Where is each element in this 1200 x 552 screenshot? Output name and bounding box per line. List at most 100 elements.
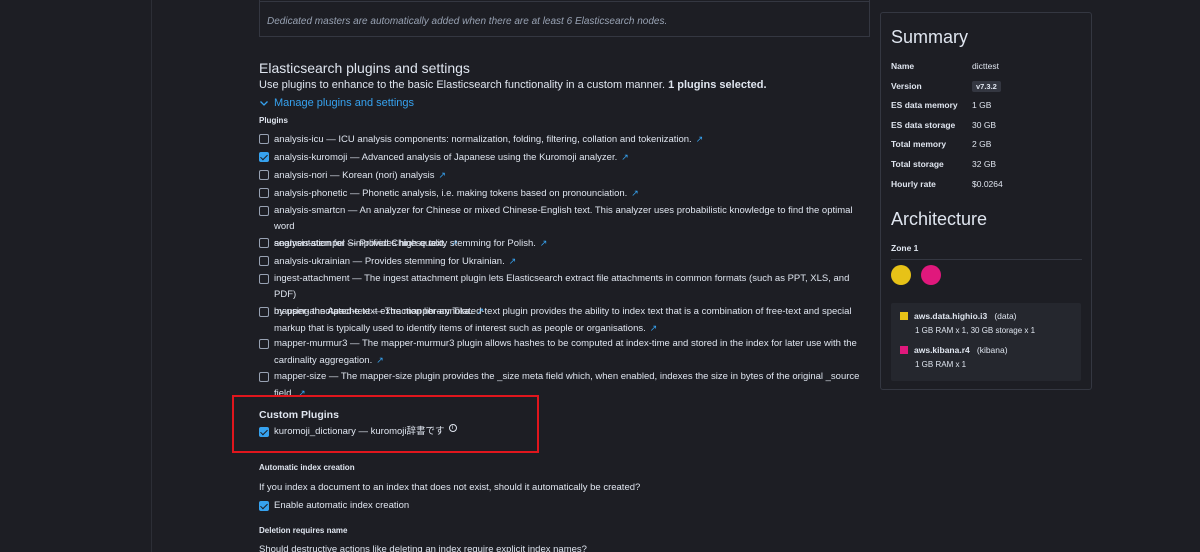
plugin-label-line: analysis-icu — ICU analysis components: … bbox=[274, 134, 692, 145]
summary-value: 1 GB bbox=[972, 100, 992, 111]
legend-role: (kibana) bbox=[976, 345, 1008, 355]
legend-item-kibana: aws.kibana.r4 (kibana) bbox=[900, 345, 1008, 355]
plugin-checkbox[interactable] bbox=[259, 170, 269, 180]
summary-panel: Summary Name dicttest Version v7.3.2 ES data… bbox=[880, 12, 1092, 390]
auto-index-question: If you index a document to an index that… bbox=[259, 482, 641, 493]
plugin-checkbox[interactable] bbox=[259, 238, 269, 248]
plugin-checkbox[interactable] bbox=[259, 274, 269, 284]
plugin-row[interactable]: analysis-icu — ICU analysis components: … bbox=[259, 131, 871, 148]
summary-title: Summary bbox=[891, 27, 969, 47]
plugin-label-line: analysis-smartcn — An analyzer for Chine… bbox=[274, 205, 853, 232]
plugin-row[interactable]: analysis-phonetic — Phonetic analysis, i… bbox=[259, 185, 871, 202]
zone-label: Zone 1 bbox=[891, 243, 919, 253]
plugin-label-line: mapper-annotated-text — The mapper-annot… bbox=[274, 306, 852, 317]
summary-key: Name bbox=[891, 61, 915, 71]
info-icon[interactable]: i bbox=[448, 424, 457, 432]
plugin-label-line: analysis-kuromoji — Advanced analysis of… bbox=[274, 152, 618, 163]
version-badge: v7.3.2 bbox=[972, 80, 1001, 92]
plugin-label: analysis-kuromoji — Advanced analysis of… bbox=[274, 149, 629, 166]
summary-row: ES data storage 30 GB bbox=[891, 120, 1086, 130]
legend-detail: 1 GB RAM x 1 bbox=[915, 360, 967, 369]
legend-swatch bbox=[900, 346, 908, 354]
summary-value: 30 GB bbox=[972, 119, 997, 130]
summary-row: Hourly rate $0.0264 bbox=[891, 179, 1086, 189]
external-link-icon[interactable]: ↗ bbox=[376, 355, 384, 365]
plugin-label-line: analysis-stempel — Provides high quality… bbox=[274, 238, 536, 249]
plugin-row[interactable]: analysis-nori — Korean (nori) analysis ↗ bbox=[259, 167, 871, 184]
plugins-label: Plugins bbox=[259, 116, 288, 125]
summary-row: ES data memory 1 GB bbox=[891, 100, 1086, 110]
manage-plugins-label: Manage plugins and settings bbox=[274, 97, 415, 109]
summary-value: $0.0264 bbox=[972, 178, 1003, 189]
legend-role: (data) bbox=[994, 311, 1017, 321]
summary-key: Hourly rate bbox=[891, 178, 936, 189]
plugin-row[interactable]: mapper-murmur3 — The mapper-murmur3 plug… bbox=[259, 336, 871, 369]
plugin-label-line: cardinality aggregation. bbox=[274, 355, 373, 366]
plugin-label-line: analysis-nori — Korean (nori) analysis bbox=[274, 170, 435, 181]
summary-row: Version v7.3.2 bbox=[891, 80, 1086, 92]
chevron-down-icon bbox=[260, 101, 268, 106]
auto-index-checkbox[interactable] bbox=[259, 501, 269, 511]
legend-item-data: aws.data.highio.i3 (data) bbox=[900, 311, 1017, 321]
summary-value: 32 GB bbox=[972, 159, 997, 169]
dedicated-masters-note: Dedicated masters are automatically adde… bbox=[259, 0, 870, 37]
summary-value: 2 GB bbox=[972, 139, 992, 150]
plugin-label-line: mapper-size — The mapper-size plugin pro… bbox=[274, 371, 860, 382]
manage-plugins-link[interactable]: Manage plugins and settings bbox=[259, 97, 414, 109]
zone-divider bbox=[891, 259, 1082, 260]
left-gutter bbox=[0, 0, 152, 552]
plugins-selected-count: 1 plugins selected. bbox=[668, 79, 767, 91]
plugin-checkbox[interactable] bbox=[259, 256, 269, 266]
note-text: Dedicated masters are automatically adde… bbox=[267, 16, 668, 27]
external-link-icon[interactable]: ↗ bbox=[540, 238, 548, 248]
plugin-label-line: markup that is typically used to identif… bbox=[274, 323, 646, 334]
plugin-checkbox[interactable] bbox=[259, 372, 269, 382]
zone-node-data[interactable] bbox=[891, 265, 911, 285]
external-link-icon[interactable]: ↗ bbox=[650, 323, 658, 333]
external-link-icon[interactable]: ↗ bbox=[621, 152, 629, 162]
plugin-label: mapper-murmur3 — The mapper-murmur3 plug… bbox=[274, 336, 857, 369]
summary-key: ES data memory bbox=[891, 100, 958, 111]
plugin-label-line: analysis-ukrainian — Provides stemming f… bbox=[274, 256, 505, 267]
summary-key: ES data storage bbox=[891, 119, 956, 130]
summary-key: Total memory bbox=[891, 139, 947, 150]
external-link-icon[interactable]: ↗ bbox=[509, 256, 517, 266]
summary-key: Version bbox=[891, 80, 922, 91]
plugin-checkbox[interactable] bbox=[259, 152, 269, 162]
custom-plugin-row[interactable]: kuromoji_dictionary — kuromoji辞書です i bbox=[259, 424, 871, 440]
summary-row: Total storage 32 GB bbox=[891, 159, 1086, 169]
plugins-section-desc: Use plugins to enhance to the basic Elas… bbox=[259, 79, 767, 91]
summary-key: Total storage bbox=[891, 159, 944, 169]
legend-swatch bbox=[900, 312, 908, 320]
plugin-row[interactable]: analysis-stempel — Provides high quality… bbox=[259, 235, 871, 252]
plugin-checkbox[interactable] bbox=[259, 188, 269, 198]
plugin-row[interactable]: analysis-ukrainian — Provides stemming f… bbox=[259, 253, 871, 270]
architecture-legend: aws.data.highio.i3 (data) 1 GB RAM x 1, … bbox=[891, 303, 1081, 381]
plugin-label-line: mapper-murmur3 — The mapper-murmur3 plug… bbox=[274, 338, 857, 349]
external-link-icon[interactable]: ↗ bbox=[696, 134, 704, 144]
plugin-checkbox[interactable] bbox=[259, 134, 269, 144]
custom-plugin-checkbox[interactable] bbox=[259, 427, 269, 437]
plugin-label: analysis-ukrainian — Provides stemming f… bbox=[274, 253, 516, 270]
legend-detail: 1 GB RAM x 1, 30 GB storage x 1 bbox=[915, 326, 1036, 335]
auto-index-label: Automatic index creation bbox=[259, 463, 355, 472]
auto-index-checkbox-label: Enable automatic index creation bbox=[274, 500, 410, 511]
external-link-icon[interactable]: ↗ bbox=[631, 188, 639, 198]
auto-index-row[interactable]: Enable automatic index creation bbox=[259, 498, 871, 514]
plugin-row[interactable]: mapper-annotated-text — The mapper-annot… bbox=[259, 304, 871, 337]
plugin-label: analysis-stempel — Provides high quality… bbox=[274, 235, 547, 252]
plugin-checkbox[interactable] bbox=[259, 339, 269, 349]
plugin-checkbox[interactable] bbox=[259, 206, 269, 216]
external-link-icon[interactable]: ↗ bbox=[439, 170, 447, 180]
plugin-label: analysis-nori — Korean (nori) analysis ↗ bbox=[274, 167, 446, 184]
plugin-checkbox[interactable] bbox=[259, 307, 269, 317]
plugin-row[interactable]: analysis-kuromoji — Advanced analysis of… bbox=[259, 149, 871, 166]
plugin-label: analysis-phonetic — Phonetic analysis, i… bbox=[274, 185, 639, 202]
summary-value: dicttest bbox=[972, 61, 999, 71]
zone-node-kibana[interactable] bbox=[921, 265, 941, 285]
plugin-label-line: analysis-phonetic — Phonetic analysis, i… bbox=[274, 188, 628, 199]
deletion-question: Should destructive actions like deleting… bbox=[259, 544, 587, 552]
summary-row: Name dicttest bbox=[891, 61, 1086, 71]
note-divider bbox=[260, 0, 869, 2]
plugins-section-title: Elasticsearch plugins and settings bbox=[259, 60, 470, 76]
